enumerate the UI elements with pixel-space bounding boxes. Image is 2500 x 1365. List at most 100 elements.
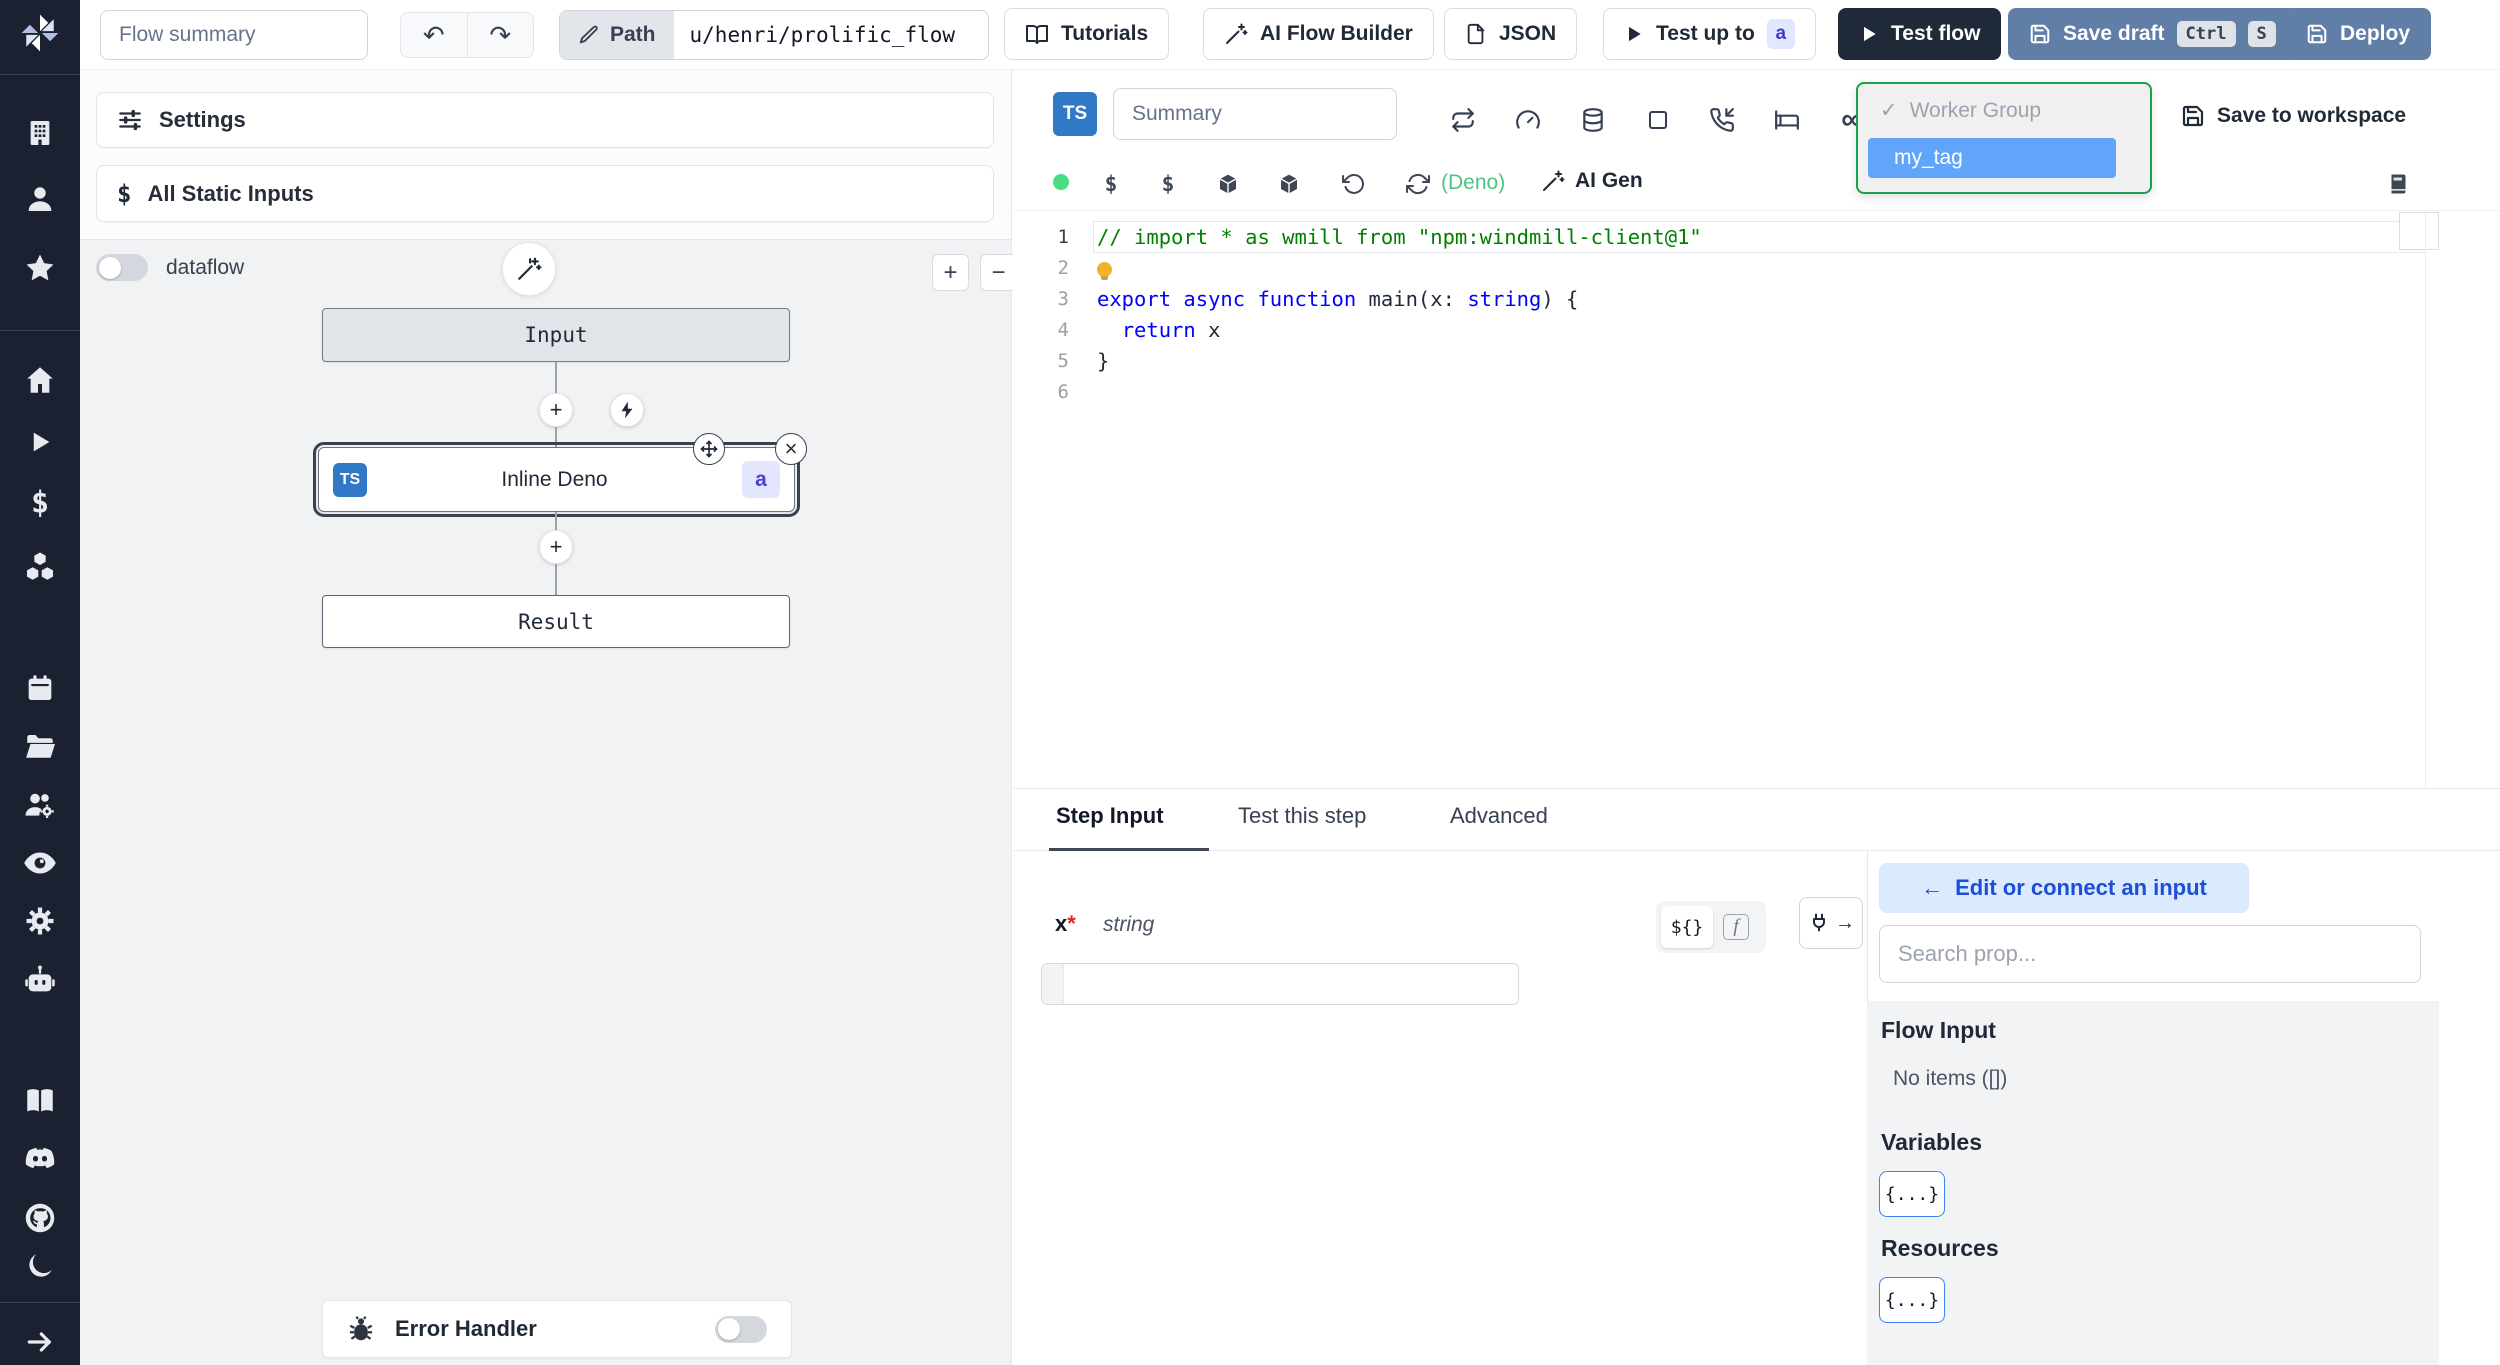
code-line[interactable]: 4 return x	[1013, 314, 2500, 345]
delete-node-button[interactable]: ×	[775, 433, 807, 465]
json-button[interactable]: JSON	[1444, 8, 1578, 60]
function-mode-chip[interactable]: f	[1719, 910, 1753, 944]
home-icon[interactable]	[23, 363, 57, 397]
bug-icon	[349, 1316, 373, 1341]
folders-icon[interactable]	[23, 729, 57, 763]
user-icon[interactable]	[24, 183, 56, 215]
code-line[interactable]: 5}	[1013, 345, 2500, 376]
worker-group-dropdown[interactable]: ✓ Worker Group my_tag	[1856, 82, 2152, 194]
all-static-inputs-card[interactable]: $ All Static Inputs	[96, 165, 994, 222]
timeout-gauge-icon[interactable]	[1510, 102, 1546, 138]
language-label[interactable]: (Deno)	[1441, 171, 1505, 195]
save-draft-button[interactable]: Save draft Ctrl S	[2008, 8, 2297, 60]
resources-boxes-icon[interactable]	[23, 550, 57, 584]
groups-users-gear-icon[interactable]	[23, 788, 57, 822]
expand-sidebar-arrow-icon[interactable]	[24, 1326, 56, 1358]
flow-summary-input[interactable]	[100, 10, 368, 60]
code-line[interactable]: 1// import * as wmill from "npm:windmill…	[1013, 220, 2500, 253]
package-cube-icon[interactable]	[1212, 168, 1244, 200]
early-stop-square-icon[interactable]	[1640, 102, 1676, 138]
result-node[interactable]: Result	[322, 595, 790, 648]
deploy-button[interactable]: Deploy	[2285, 8, 2432, 60]
suspend-phone-icon[interactable]	[1704, 102, 1740, 138]
reload-refresh-icon[interactable]	[1402, 168, 1434, 200]
sleep-bed-icon[interactable]	[1769, 102, 1805, 138]
test-up-to-button[interactable]: Test up to a	[1603, 8, 1816, 60]
reset-rotate-ccw-icon[interactable]	[1338, 168, 1370, 200]
flow-settings-card[interactable]: Settings	[96, 92, 994, 148]
windmill-logo[interactable]	[18, 11, 62, 55]
package-cube-icon[interactable]	[1273, 168, 1305, 200]
top-toolbar: ↶ ↷ Path u/henri/prolific_flow Tutorials…	[80, 0, 2500, 70]
docs-book-icon[interactable]	[23, 1084, 57, 1118]
zoom-in-button[interactable]: +	[932, 254, 969, 291]
tab-test-this-step[interactable]: Test this step	[1238, 803, 1366, 829]
dataflow-toggle[interactable]	[96, 254, 148, 281]
undo-redo-group: ↶ ↷	[400, 12, 534, 58]
play-icon	[1864, 26, 1876, 42]
code-line[interactable]: 6	[1013, 376, 2500, 407]
variables-object-chip[interactable]: {...}	[1879, 1171, 1945, 1217]
discord-icon[interactable]	[22, 1141, 58, 1177]
edge-line	[555, 362, 557, 393]
dark-mode-moon-icon[interactable]	[24, 1250, 56, 1282]
zoom-out-button[interactable]: −	[980, 254, 1017, 291]
worker-group-option-my-tag[interactable]: my_tag	[1868, 138, 2116, 178]
save-to-workspace-button[interactable]: Save to workspace	[2181, 104, 2406, 128]
field-grip	[1042, 964, 1064, 1004]
schedules-calendar-icon[interactable]	[24, 672, 56, 704]
flow-input-title: Flow Input	[1881, 1017, 1996, 1043]
code-line[interactable]: 2	[1013, 252, 2500, 283]
library-book-icon[interactable]	[2382, 168, 2414, 200]
search-prop-input[interactable]	[1879, 925, 2421, 983]
ai-gen-button[interactable]: AI Gen	[1541, 169, 1643, 193]
add-step-button[interactable]: +	[539, 393, 573, 427]
code-editor[interactable]: 1// import * as wmill from "npm:windmill…	[1013, 210, 2500, 788]
path-value[interactable]: u/henri/prolific_flow	[674, 11, 972, 59]
arrow-right: →	[1835, 911, 1855, 934]
variables-dollar-icon[interactable]: $	[31, 486, 49, 521]
favorites-star-icon[interactable]	[23, 251, 57, 285]
path-edit-chip[interactable]: Path	[560, 11, 674, 59]
error-handler-card[interactable]: Error Handler	[322, 1300, 792, 1358]
resources-object-chip[interactable]: {...}	[1879, 1277, 1945, 1323]
graph-wand-button[interactable]	[502, 242, 556, 296]
argument-value-input[interactable]	[1064, 964, 1518, 1004]
trigger-bolt-button[interactable]	[610, 393, 644, 427]
save-icon	[2307, 24, 2327, 44]
connect-input-button[interactable]: →	[1799, 897, 1863, 949]
tutorials-button[interactable]: Tutorials	[1004, 8, 1170, 60]
error-handler-toggle[interactable]	[715, 1315, 767, 1343]
cache-database-icon[interactable]	[1575, 102, 1611, 138]
line-number: 6	[1057, 380, 1069, 403]
template-mode-chip[interactable]: ${}	[1661, 906, 1713, 948]
editor-scroll-widget[interactable]	[2399, 212, 2439, 250]
step-summary-input[interactable]	[1113, 88, 1397, 140]
settings-gear-icon[interactable]	[23, 904, 57, 938]
ai-flow-builder-button[interactable]: AI Flow Builder	[1203, 8, 1434, 60]
variable-picker-icon[interactable]: $	[1095, 168, 1127, 200]
undo-icon[interactable]: ↶	[401, 13, 467, 57]
tab-advanced[interactable]: Advanced	[1450, 803, 1548, 829]
inline-deno-node[interactable]: TS Inline Deno a	[312, 441, 801, 518]
runs-play-icon[interactable]	[25, 427, 55, 457]
argument-value-field[interactable]	[1041, 963, 1519, 1005]
workers-robot-icon[interactable]	[23, 963, 57, 997]
workspace-building-icon[interactable]	[24, 117, 56, 149]
audit-eye-icon[interactable]	[22, 845, 58, 881]
github-icon[interactable]	[22, 1200, 58, 1236]
edit-or-connect-pill[interactable]: ← Edit or connect an input	[1879, 863, 2249, 913]
test-flow-button[interactable]: Test flow	[1838, 8, 2002, 60]
retry-repeat-icon[interactable]	[1445, 102, 1481, 138]
lightbulb-icon[interactable]	[1097, 261, 1112, 280]
move-node-button[interactable]	[693, 433, 725, 465]
redo-icon[interactable]: ↷	[466, 13, 534, 57]
tab-step-input[interactable]: Step Input	[1056, 803, 1164, 829]
check-icon: ✓	[1880, 99, 1898, 122]
resource-picker-icon[interactable]: $	[1152, 168, 1184, 200]
sliders-icon	[119, 109, 141, 131]
code-line[interactable]: 3 export async function main(x: string) {	[1013, 283, 2500, 314]
path-field[interactable]: Path u/henri/prolific_flow	[559, 10, 989, 60]
add-step-button[interactable]: +	[539, 530, 573, 564]
input-node[interactable]: Input	[322, 308, 790, 362]
